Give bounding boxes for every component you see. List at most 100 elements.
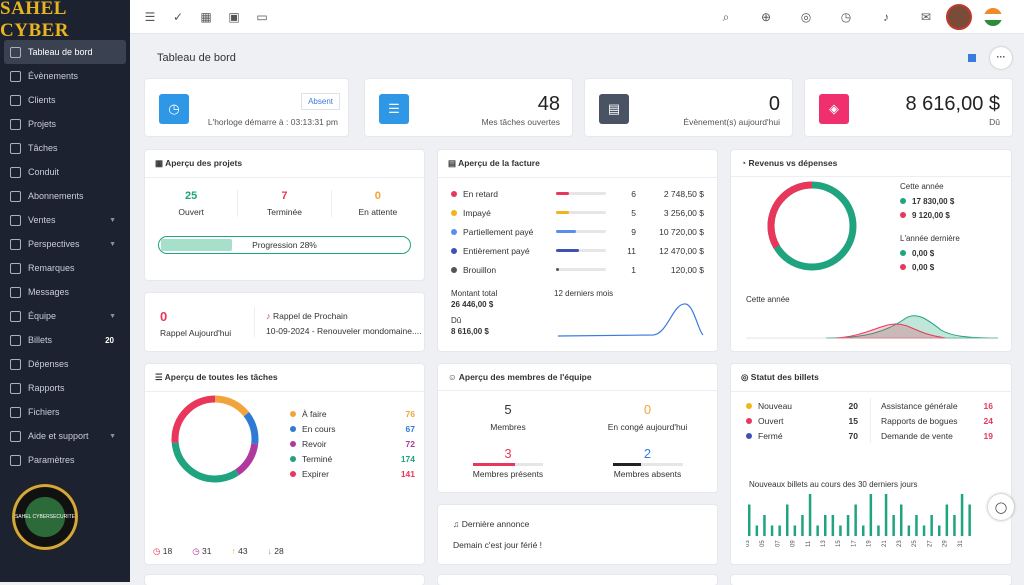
invoice-row[interactable]: Entièrement payé 11 12 470,00 $ xyxy=(451,241,704,260)
projects-pending-value: 0 xyxy=(374,190,381,202)
projects-pending[interactable]: 0 En attente xyxy=(332,190,424,217)
globe-icon[interactable]: ◎ xyxy=(798,10,814,24)
sidebar-item[interactable]: Billets 20 xyxy=(0,328,130,352)
projects-done[interactable]: 7 Terminée xyxy=(237,190,332,217)
sidebar-item[interactable]: Rapports xyxy=(0,376,130,400)
sidebar-item-label: Conduit xyxy=(28,167,60,177)
sidebar-item[interactable]: Projets xyxy=(0,112,130,136)
ticket-axis-tick: 11 xyxy=(806,540,812,547)
invoice-row[interactable]: Brouillon 1 120,00 $ xyxy=(451,260,704,279)
task-footer-item[interactable]: ↓ 28 xyxy=(268,546,284,557)
sidebar-item[interactable]: Évènements xyxy=(0,64,130,88)
briefcase-icon[interactable]: ▣ xyxy=(226,10,242,24)
sidebar-item[interactable]: Tâches xyxy=(0,136,130,160)
ticket-type-item[interactable]: Assistance générale 16 xyxy=(881,398,993,413)
due-stat-card[interactable]: ◈ 8 616,00 $ Dû xyxy=(805,79,1012,136)
tasks-stat-card[interactable]: ☰ 48 Mes tâches ouvertes xyxy=(365,79,572,136)
search-icon[interactable]: ⌕ xyxy=(718,10,734,25)
team-leave[interactable]: 0 En congé aujourd'hui xyxy=(578,402,717,432)
sidebar-item[interactable]: Ventes ▼ xyxy=(0,208,130,232)
task-legend-item[interactable]: En cours 67 xyxy=(290,421,415,436)
invoice-row[interactable]: Partiellement payé 9 10 720,00 $ xyxy=(451,222,704,241)
status-dot-icon xyxy=(451,266,457,273)
task-legend-value: 174 xyxy=(400,453,415,464)
ticket-type-item[interactable]: Demande de vente 19 xyxy=(881,428,993,443)
partial-card-2 xyxy=(438,575,717,585)
task-footer-item[interactable]: ◷ 31 xyxy=(192,546,211,557)
projects-open[interactable]: 25 Ouvert xyxy=(145,190,237,217)
sidebar-item[interactable]: Paramètres xyxy=(0,448,130,472)
clock-icon[interactable]: ◷ xyxy=(838,10,854,24)
sidebar-item[interactable]: Fichiers xyxy=(0,400,130,424)
task-legend-item[interactable]: Terminé 174 xyxy=(290,451,415,466)
team-absent[interactable]: 2 Membres absents xyxy=(578,446,717,479)
sidebar-item-label: Équipe xyxy=(28,311,57,321)
ticket-status-item[interactable]: Nouveau 20 xyxy=(746,398,858,413)
reminder-today[interactable]: 0 Rappel Aujourd'hui xyxy=(160,309,231,338)
view-toggle-icon[interactable] xyxy=(968,54,976,62)
invoice-row[interactable]: Impayé 5 3 256,00 $ xyxy=(451,203,704,222)
sidebar-item[interactable]: Clients xyxy=(0,88,130,112)
sidebar-item-label: Fichiers xyxy=(28,407,60,417)
monitor-icon[interactable]: ▭ xyxy=(254,10,270,24)
ticket-type-item[interactable]: Rapports de bogues 24 xyxy=(881,413,993,428)
ticket-bar xyxy=(854,504,857,536)
sidebar-item[interactable]: Tableau de bord xyxy=(4,40,126,64)
sidebar-item[interactable]: Équipe ▼ xyxy=(0,304,130,328)
language-flag-icon[interactable] xyxy=(984,8,1002,26)
projects-overview-card: ▦ Aperçu des projets 25 Ouvert 7 Terminée … xyxy=(145,150,424,280)
next-reminder[interactable]: ♪ Rappel de Prochain 10-09-2024 - Renouv… xyxy=(266,311,421,336)
invoice-row-count: 9 xyxy=(631,226,636,237)
sidebar-item[interactable]: Perspectives ▼ xyxy=(0,232,130,256)
mail-icon[interactable]: ✉ xyxy=(918,10,934,24)
ticket-status-item[interactable]: Fermé 70 xyxy=(746,428,858,443)
invoice-row-count: 5 xyxy=(631,207,636,218)
more-options-button[interactable]: ··· xyxy=(990,47,1012,69)
announcement-card[interactable]: ♫ Dernière annonce Demain c'est jour fér… xyxy=(438,505,717,564)
nav-icon xyxy=(10,190,21,202)
invoice-row-label: En retard xyxy=(463,188,498,199)
ticket-axis-tick: 21 xyxy=(882,540,888,547)
ticket-axis-tick: 23 xyxy=(897,540,903,547)
ticket-bar xyxy=(930,515,933,536)
team-present[interactable]: 3 Membres présents xyxy=(438,446,578,479)
sidebar-item[interactable]: Remarques xyxy=(0,256,130,280)
task-legend-item[interactable]: À faire 76 xyxy=(290,406,415,421)
reminder-label: Rappel Aujourd'hui xyxy=(160,328,232,338)
bell-icon[interactable]: ♪ xyxy=(878,10,894,24)
task-legend-item[interactable]: Expirer 141 xyxy=(290,466,415,481)
chat-icon[interactable]: ◯ xyxy=(988,494,1014,520)
nav-icon xyxy=(10,46,21,58)
brand-logo[interactable]: SAHEL CYBER xyxy=(0,0,130,41)
revenue-v2: 9 120,00 $ xyxy=(912,211,950,220)
tickets-type-list: Assistance générale 16 Rapports de bogues 2… xyxy=(881,398,993,443)
sidebar-item[interactable]: Abonnements xyxy=(0,184,130,208)
menu-icon[interactable]: ☰ xyxy=(142,10,158,24)
add-icon[interactable]: ⊕ xyxy=(758,10,774,24)
invoice-row-amount: 10 720,00 $ xyxy=(659,226,704,237)
task-legend-item[interactable]: Revoir 72 xyxy=(290,436,415,451)
task-footer-item[interactable]: ↑ 43 xyxy=(232,546,248,557)
ticket-bar xyxy=(869,494,873,536)
events-stat-card[interactable]: ▤ 0 Évènement(s) aujourd'hui xyxy=(585,79,792,136)
invoice-row[interactable]: En retard 6 2 748,50 $ xyxy=(451,184,704,203)
grid-icon[interactable]: ▦ xyxy=(198,10,214,24)
ticket-bar xyxy=(839,525,842,536)
ticket-axis-tick: 05 xyxy=(760,540,766,547)
ticket-bar xyxy=(915,515,918,536)
team-members[interactable]: 5 Membres xyxy=(438,402,578,432)
sidebar-item[interactable]: Dépenses xyxy=(0,352,130,376)
sidebar-item[interactable]: Messages xyxy=(0,280,130,304)
ticket-status-item[interactable]: Ouvert 15 xyxy=(746,413,858,428)
invoice-row-count: 11 xyxy=(627,245,636,256)
task-footer-item[interactable]: ◷ 18 xyxy=(153,546,172,557)
team-card: ☺ Aperçu des membres de l'équipe 5 Membr… xyxy=(438,364,717,492)
check-icon[interactable]: ✓ xyxy=(170,10,186,24)
sidebar-item[interactable]: Aide et support ▼ xyxy=(0,424,130,448)
ticket-axis-tick: 03 xyxy=(746,540,751,547)
sidebar-item[interactable]: Conduit xyxy=(0,160,130,184)
avatar[interactable] xyxy=(946,4,972,30)
ticket-axis-tick: 31 xyxy=(958,540,964,547)
absent-button[interactable]: Absent xyxy=(301,93,340,110)
sidebar-item-label: Paramètres xyxy=(28,455,75,465)
